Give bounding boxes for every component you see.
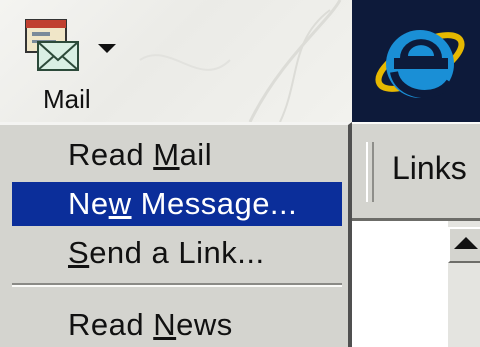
menu-item-mnemonic: N xyxy=(153,307,177,342)
mail-button[interactable]: Mail xyxy=(6,4,124,118)
mail-dropdown-menu: Read Mail New Message... Send a Link... … xyxy=(0,122,352,347)
arrow-up-icon xyxy=(454,237,478,249)
menu-item-send-a-link[interactable]: Send a Link... xyxy=(12,231,342,275)
dropdown-arrow-icon[interactable] xyxy=(98,44,116,53)
internet-explorer-logo-icon xyxy=(370,10,474,114)
menu-item-text: Message... xyxy=(131,186,298,221)
content-area xyxy=(352,218,480,347)
menu-item-text: Read xyxy=(68,137,154,172)
scroll-up-button[interactable] xyxy=(448,227,480,263)
menu-item-text: Read xyxy=(68,307,154,342)
throbber-panel xyxy=(352,0,480,122)
menu-item-text: ail xyxy=(179,137,213,172)
links-bar: Links xyxy=(352,122,480,218)
menu-separator xyxy=(12,283,342,287)
menu-item-read-mail[interactable]: Read Mail xyxy=(12,133,342,177)
menu-item-text: end a Link... xyxy=(89,235,265,270)
menu-item-read-news[interactable]: Read News xyxy=(12,303,342,347)
menu-item-new-message[interactable]: New Message... xyxy=(12,182,342,226)
menu-item-mnemonic: M xyxy=(153,137,180,172)
toolbar-background-swirl xyxy=(130,0,352,122)
menu-item-text: ews xyxy=(176,307,233,342)
vertical-scrollbar[interactable] xyxy=(448,221,480,347)
menu-item-mnemonic: S xyxy=(68,235,90,270)
mail-button-label: Mail xyxy=(43,84,91,114)
menu-item-text: Ne xyxy=(68,186,109,221)
mail-envelope-icon xyxy=(24,16,80,72)
links-bar-grip-handle[interactable] xyxy=(366,142,374,202)
menu-item-mnemonic: w xyxy=(108,186,132,221)
links-bar-label[interactable]: Links xyxy=(392,150,467,187)
